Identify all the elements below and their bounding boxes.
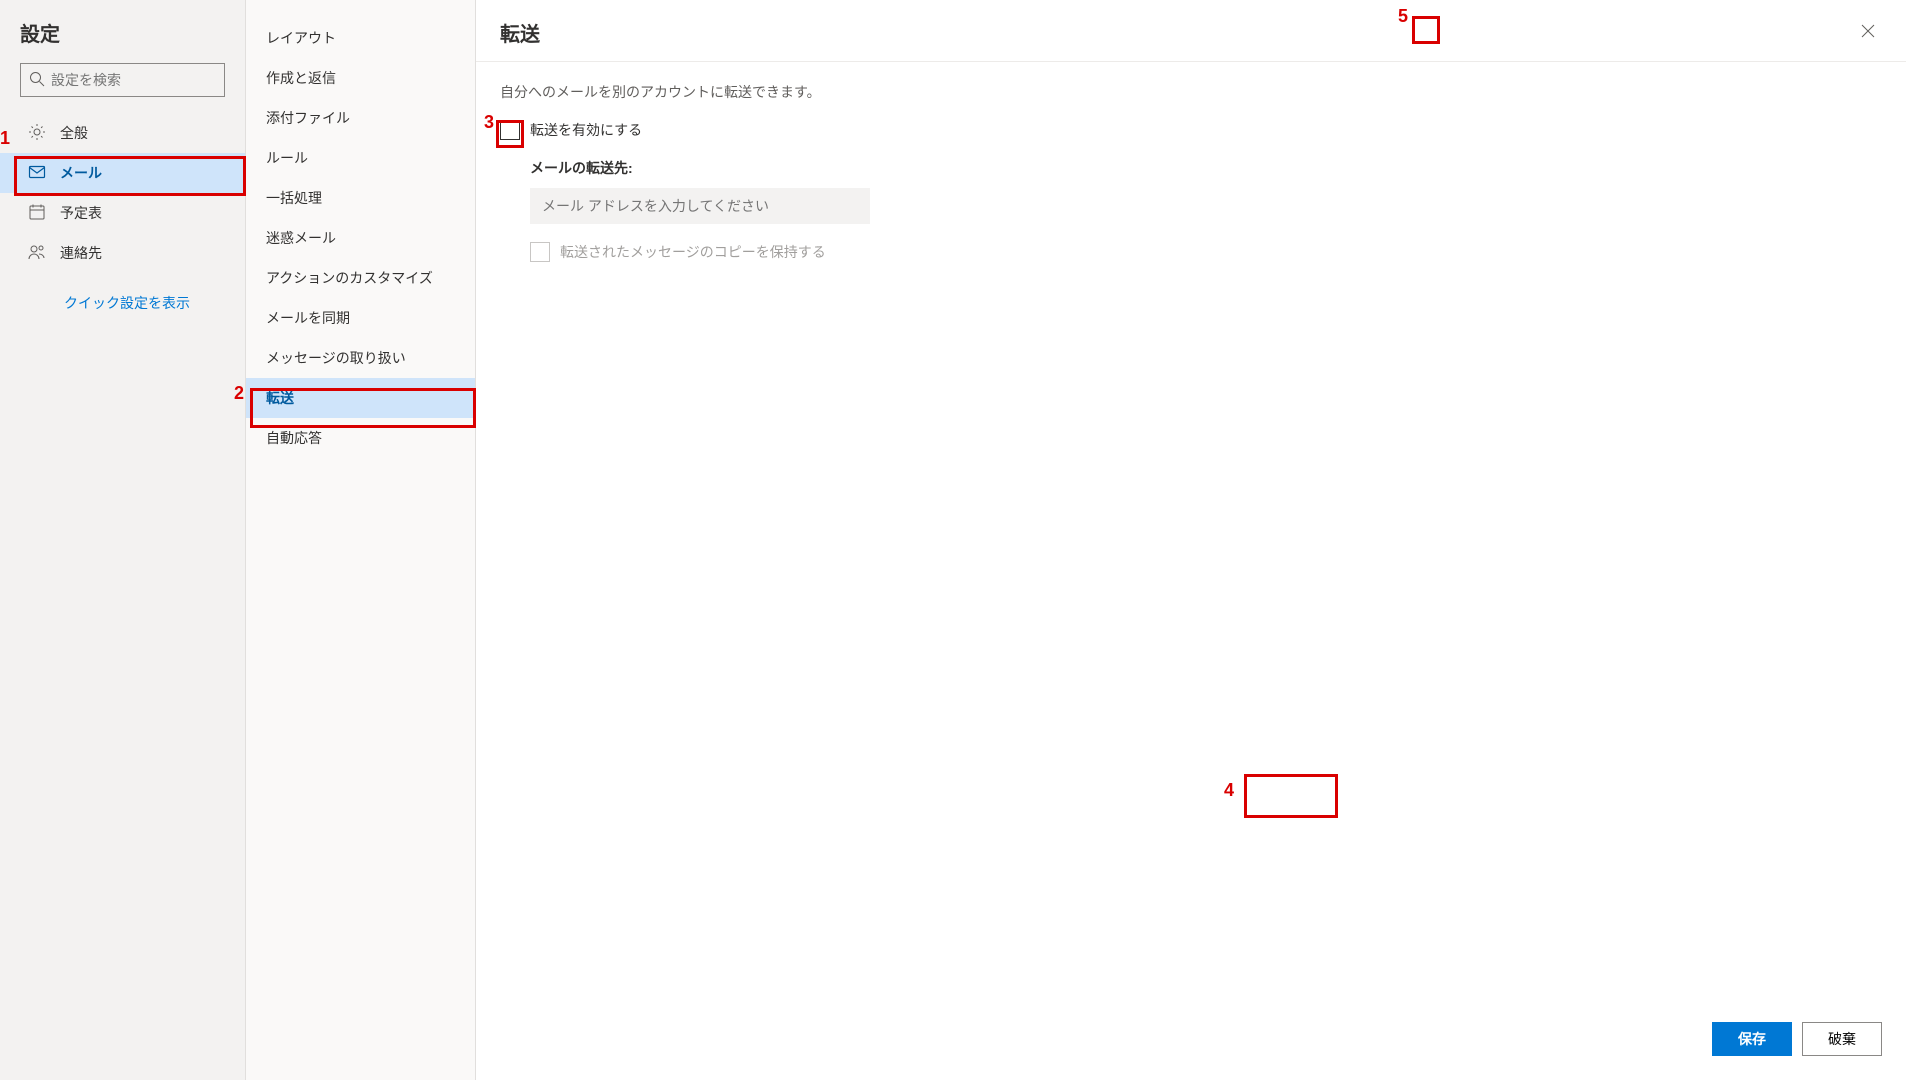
subnav-label: メールを同期	[266, 308, 350, 328]
keep-copy-checkbox[interactable]	[530, 242, 550, 262]
nav-item-contacts[interactable]: 連絡先	[0, 233, 245, 273]
main-body: 自分へのメールを別のアカウントに転送できます。 転送を有効にする メールの転送先…	[476, 62, 1906, 1080]
subnav-sweep[interactable]: 一括処理	[246, 178, 475, 218]
forwarding-description: 自分へのメールを別のアカウントに転送できます。	[500, 82, 1882, 102]
subnav-label: レイアウト	[266, 28, 336, 48]
save-button[interactable]: 保存	[1712, 1022, 1792, 1056]
nav-label: 全般	[60, 123, 88, 143]
mail-subnav: レイアウト 作成と返信 添付ファイル ルール 一括処理 迷惑メール アクションの…	[246, 0, 476, 1080]
subnav-label: 添付ファイル	[266, 108, 350, 128]
nav-label: メール	[60, 163, 102, 183]
subnav-custom-actions[interactable]: アクションのカスタマイズ	[246, 258, 475, 298]
subnav-rules[interactable]: ルール	[246, 138, 475, 178]
subnav-junk[interactable]: 迷惑メール	[246, 218, 475, 258]
discard-button[interactable]: 破棄	[1802, 1022, 1882, 1056]
enable-forwarding-label: 転送を有効にする	[530, 120, 642, 140]
people-icon	[28, 243, 46, 264]
keep-copy-row: 転送されたメッセージのコピーを保持する	[530, 242, 1882, 262]
enable-forwarding-row: 転送を有効にする	[500, 120, 1882, 140]
page-title: 転送	[500, 18, 540, 47]
forward-sub-block: メールの転送先: 転送されたメッセージのコピーを保持する	[500, 158, 1882, 262]
subnav-label: ルール	[266, 148, 308, 168]
close-icon	[1860, 23, 1876, 42]
subnav-label: 迷惑メール	[266, 228, 336, 248]
subnav-handling[interactable]: メッセージの取り扱い	[246, 338, 475, 378]
nav-item-general[interactable]: 全般	[0, 113, 245, 153]
subnav-autoreply[interactable]: 自動応答	[246, 418, 475, 458]
keep-copy-label: 転送されたメッセージのコピーを保持する	[560, 242, 826, 262]
main-panel: 転送 自分へのメールを別のアカウントに転送できます。 転送を有効にする メールの…	[476, 0, 1906, 1080]
subnav-label: 自動応答	[266, 428, 322, 448]
quick-settings-link[interactable]: クイック設定を表示	[0, 273, 245, 313]
settings-title: 設定	[0, 18, 245, 63]
mail-icon	[28, 163, 46, 184]
nav-label: 連絡先	[60, 243, 102, 263]
subnav-label: 作成と返信	[266, 68, 336, 88]
subnav-forwarding[interactable]: 転送	[246, 378, 475, 418]
main-header: 転送	[476, 0, 1906, 62]
calendar-icon	[28, 203, 46, 224]
enable-forwarding-checkbox[interactable]	[500, 120, 520, 140]
nav-item-mail[interactable]: メール	[0, 153, 245, 193]
gear-icon	[28, 123, 46, 144]
settings-search[interactable]	[20, 63, 225, 97]
close-button[interactable]	[1854, 19, 1882, 47]
subnav-label: 転送	[266, 388, 294, 408]
footer-actions: 保存 破棄	[1712, 1022, 1882, 1056]
settings-search-input[interactable]	[51, 72, 216, 88]
settings-sidebar: 設定 全般	[0, 0, 246, 1080]
subnav-layout[interactable]: レイアウト	[246, 18, 475, 58]
forward-email-input[interactable]	[530, 188, 870, 224]
search-icon	[29, 71, 51, 90]
subnav-compose[interactable]: 作成と返信	[246, 58, 475, 98]
forward-to-label: メールの転送先:	[530, 158, 1882, 178]
subnav-label: メッセージの取り扱い	[266, 348, 406, 368]
subnav-label: 一括処理	[266, 188, 322, 208]
nav-item-calendar[interactable]: 予定表	[0, 193, 245, 233]
subnav-sync[interactable]: メールを同期	[246, 298, 475, 338]
subnav-attachments[interactable]: 添付ファイル	[246, 98, 475, 138]
settings-nav: 全般 メール 予定表	[0, 113, 245, 273]
subnav-label: アクションのカスタマイズ	[266, 268, 433, 288]
nav-label: 予定表	[60, 203, 102, 223]
